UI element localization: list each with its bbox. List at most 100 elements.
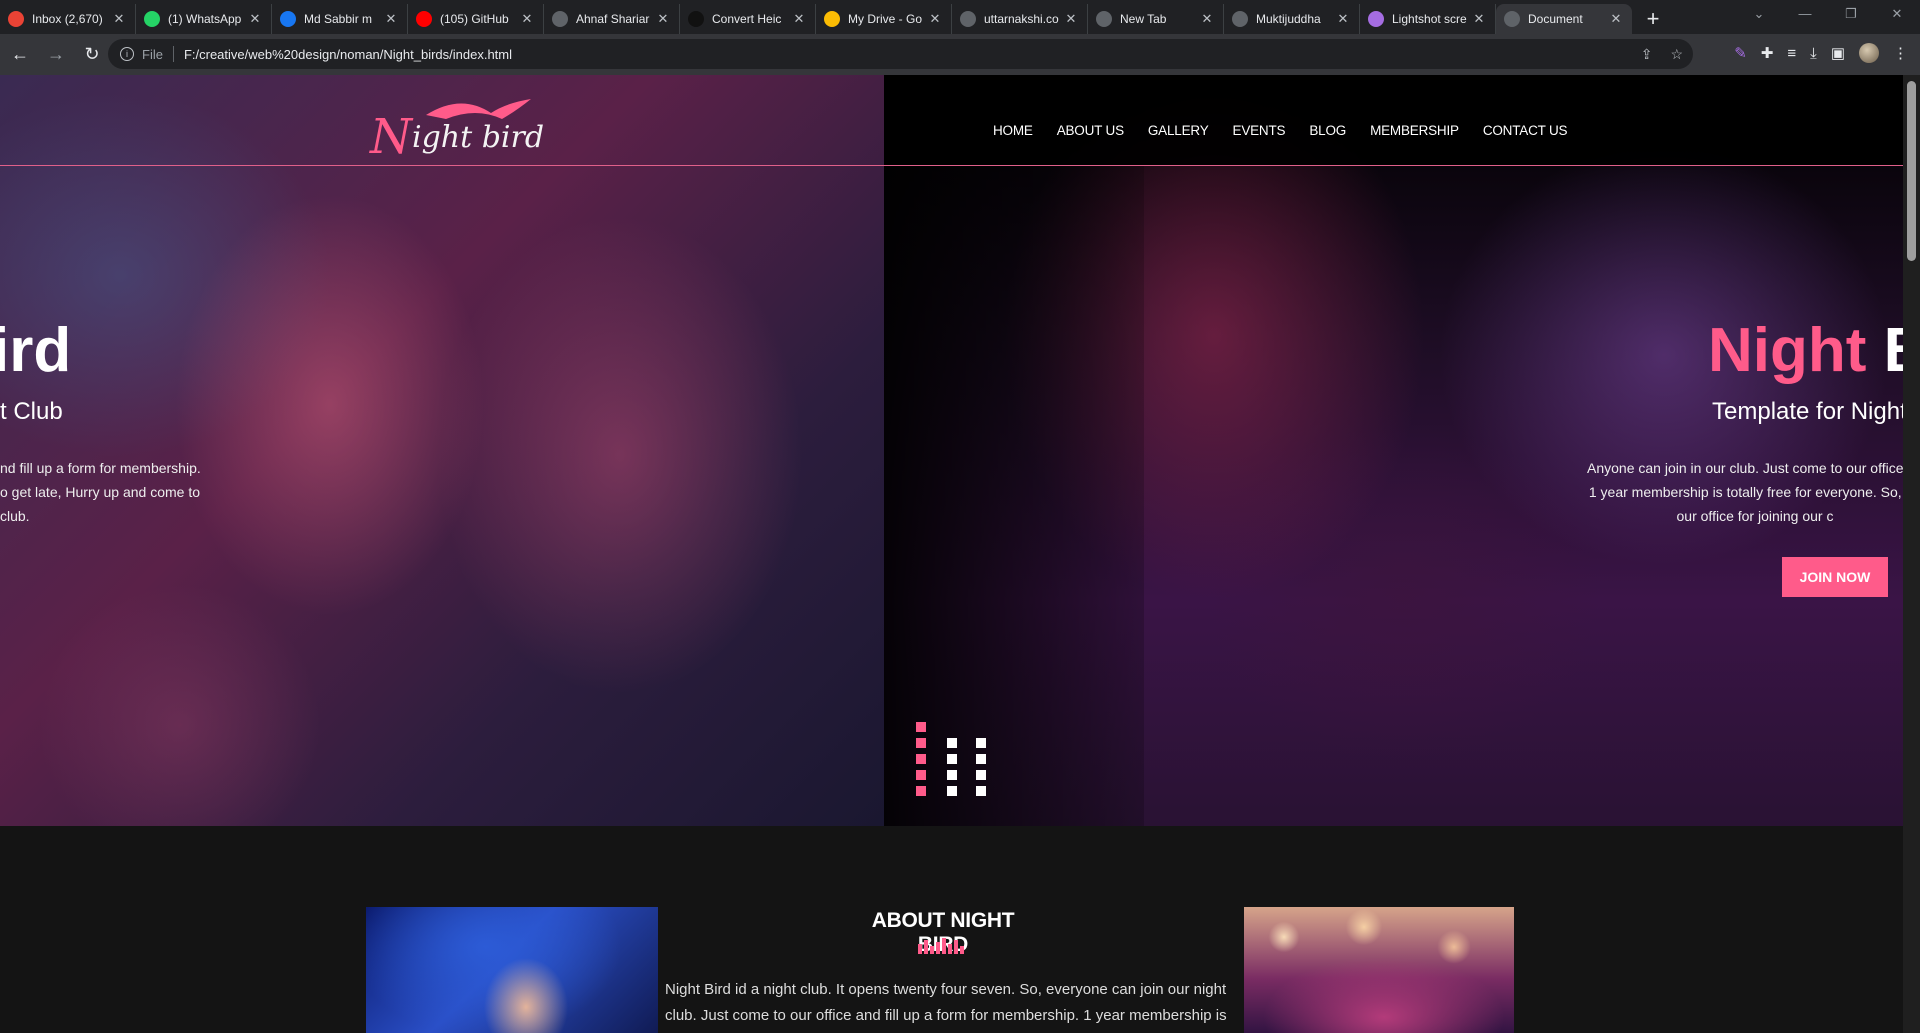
profile-avatar[interactable] <box>1859 43 1879 63</box>
slide-title: Night Bi <box>1708 315 1903 386</box>
tab-search-icon[interactable]: ⌄ <box>1736 6 1782 22</box>
browser-tab[interactable]: New Tab ✕ <box>1088 4 1224 34</box>
tab-title: (105) GitHub <box>440 12 509 26</box>
main-navigation: HOME ABOUT US GALLERY EVENTS BLOG MEMBERSHIP C… <box>993 123 1591 138</box>
nav-link-events[interactable]: EVENTS <box>1233 123 1286 138</box>
extensions-puzzle-icon[interactable]: ✚ <box>1761 44 1774 62</box>
tab-title: Inbox (2,670) <box>32 12 103 26</box>
browser-tab[interactable]: My Drive - Go ✕ <box>816 4 952 34</box>
logo-initial: N <box>370 109 412 165</box>
chrome-icon <box>1096 11 1112 27</box>
slide-prev-subtitle: t Club <box>0 398 63 425</box>
browser-tab[interactable]: Convert Heic ✕ <box>680 4 816 34</box>
omnibox-actions: ⇪ ☆ <box>1641 46 1683 63</box>
tab-title: Ahnaf Shariar <box>576 12 650 26</box>
browser-tab[interactable]: (1) WhatsApp ✕ <box>136 4 272 34</box>
nav-link-contact-us[interactable]: CONTACT US <box>1483 123 1568 138</box>
nav-link-membership[interactable]: MEMBERSHIP <box>1370 123 1459 138</box>
tab-title: Document <box>1528 12 1583 26</box>
tab-close-icon[interactable]: ✕ <box>519 11 535 27</box>
address-scheme: File <box>142 46 163 62</box>
nav-link-home[interactable]: HOME <box>993 123 1033 138</box>
address-separator <box>172 46 174 62</box>
minimize-button[interactable]: — <box>1782 6 1828 22</box>
slide-prev-text: nd fill up a form for membership. o get … <box>0 460 201 524</box>
download-icon[interactable]: ⤓ <box>1810 45 1817 62</box>
header-divider-line <box>0 165 1903 166</box>
browser-tab[interactable]: Muktijuddha ✕ <box>1224 4 1360 34</box>
tab-title: My Drive - Go <box>848 12 923 26</box>
browser-tab[interactable]: uttarnakshi.co ✕ <box>952 4 1088 34</box>
loader-column-1 <box>916 722 926 802</box>
globe-icon <box>1232 11 1248 27</box>
tab-close-icon[interactable]: ✕ <box>111 11 127 27</box>
loader-column-2 <box>947 738 957 802</box>
page-scrollbar[interactable] <box>1903 75 1920 1033</box>
restore-button[interactable]: ❐ <box>1828 6 1874 22</box>
nav-link-about-us[interactable]: ABOUT US <box>1057 123 1124 138</box>
lightshot-extension-icon[interactable]: ✎ <box>1734 44 1747 62</box>
youtube-icon <box>416 11 432 27</box>
reload-button[interactable]: ↻ <box>76 39 108 71</box>
new-tab-button[interactable]: + <box>1638 4 1668 34</box>
tab-close-icon[interactable]: ✕ <box>655 11 671 27</box>
tab-close-icon[interactable]: ✕ <box>1063 11 1079 27</box>
tab-close-icon[interactable]: ✕ <box>1608 11 1624 27</box>
logo-text: Night bird <box>370 103 544 165</box>
tab-close-icon[interactable]: ✕ <box>1335 11 1351 27</box>
browser-tab[interactable]: Md Sabbir m ✕ <box>272 4 408 34</box>
tab-close-icon[interactable]: ✕ <box>1471 11 1487 27</box>
tab-close-icon[interactable]: ✕ <box>247 11 263 27</box>
tab-title: Md Sabbir m <box>304 12 373 26</box>
page-viewport: Night bird HOME ABOUT US GALLERY EVENTS BLOG… <box>0 75 1903 1033</box>
window-controls: ⌄ — ❐ ✕ <box>1736 6 1920 22</box>
equalizer-divider-icon <box>918 938 968 954</box>
side-panel-icon[interactable]: ▣ <box>1831 44 1845 62</box>
share-icon[interactable]: ⇪ <box>1641 46 1653 63</box>
media-playlist-icon[interactable]: ≡ <box>1787 45 1796 62</box>
nav-link-blog[interactable]: BLOG <box>1309 123 1346 138</box>
back-button[interactable]: ← <box>4 39 36 71</box>
browser-tab[interactable]: Inbox (2,670) ✕ <box>0 4 136 34</box>
tab-close-icon[interactable]: ✕ <box>1199 11 1215 27</box>
browser-tab[interactable]: (105) GitHub ✕ <box>408 4 544 34</box>
address-url[interactable]: F:/creative/web%20design/noman/Night_bir… <box>184 47 512 62</box>
scrollbar-thumb[interactable] <box>1907 81 1916 261</box>
site-info-icon[interactable]: i <box>120 47 134 61</box>
globe-icon <box>552 11 568 27</box>
close-window-button[interactable]: ✕ <box>1874 6 1920 22</box>
about-section: ABOUT NIGHT BIRD Night Bird id a night c… <box>0 826 1903 1033</box>
about-image-dancer <box>366 907 658 1033</box>
browser-tab[interactable]: Ahnaf Shariar ✕ <box>544 4 680 34</box>
tab-title: uttarnakshi.co <box>984 12 1059 26</box>
tab-close-icon[interactable]: ✕ <box>927 11 943 27</box>
slide-image-current <box>884 75 1903 826</box>
forward-button[interactable]: → <box>40 39 72 71</box>
browser-tab-bar: Inbox (2,670) ✕ (1) WhatsApp ✕ Md Sabbir m ✕(… <box>0 0 1920 34</box>
tab-title: (1) WhatsApp <box>168 12 242 26</box>
menu-kebab-icon[interactable]: ⋮ <box>1893 44 1908 62</box>
tab-strip: Inbox (2,670) ✕ (1) WhatsApp ✕ Md Sabbir m ✕(… <box>0 4 1632 34</box>
slide-title-rest: Bi <box>1866 316 1903 385</box>
nav-link-gallery[interactable]: GALLERY <box>1148 123 1209 138</box>
whatsapp-icon <box>144 11 160 27</box>
globe-icon <box>1504 11 1520 27</box>
slide-subtitle: Template for Night <box>1712 398 1903 425</box>
site-logo[interactable]: Night bird <box>366 93 544 165</box>
browser-tab[interactable]: Lightshot scre ✕ <box>1360 4 1496 34</box>
globe-icon <box>960 11 976 27</box>
header-dark-overlay <box>884 75 1903 165</box>
join-now-button[interactable]: JOIN NOW <box>1782 557 1888 597</box>
browser-tab[interactable]: Document ✕ <box>1496 4 1632 34</box>
equalizer-loader-icon <box>916 722 986 802</box>
bookmark-star-icon[interactable]: ☆ <box>1670 46 1683 63</box>
gmail-icon <box>8 11 24 27</box>
tab-title: New Tab <box>1120 12 1167 26</box>
tab-title: Lightshot scre <box>1392 12 1467 26</box>
feather-icon <box>1368 11 1384 27</box>
tab-close-icon[interactable]: ✕ <box>791 11 807 27</box>
slide-image-previous <box>0 75 884 826</box>
address-bar[interactable]: i File F:/creative/web%20design/noman/Ni… <box>108 39 1693 69</box>
loader-column-3 <box>976 738 986 802</box>
tab-close-icon[interactable]: ✕ <box>383 11 399 27</box>
